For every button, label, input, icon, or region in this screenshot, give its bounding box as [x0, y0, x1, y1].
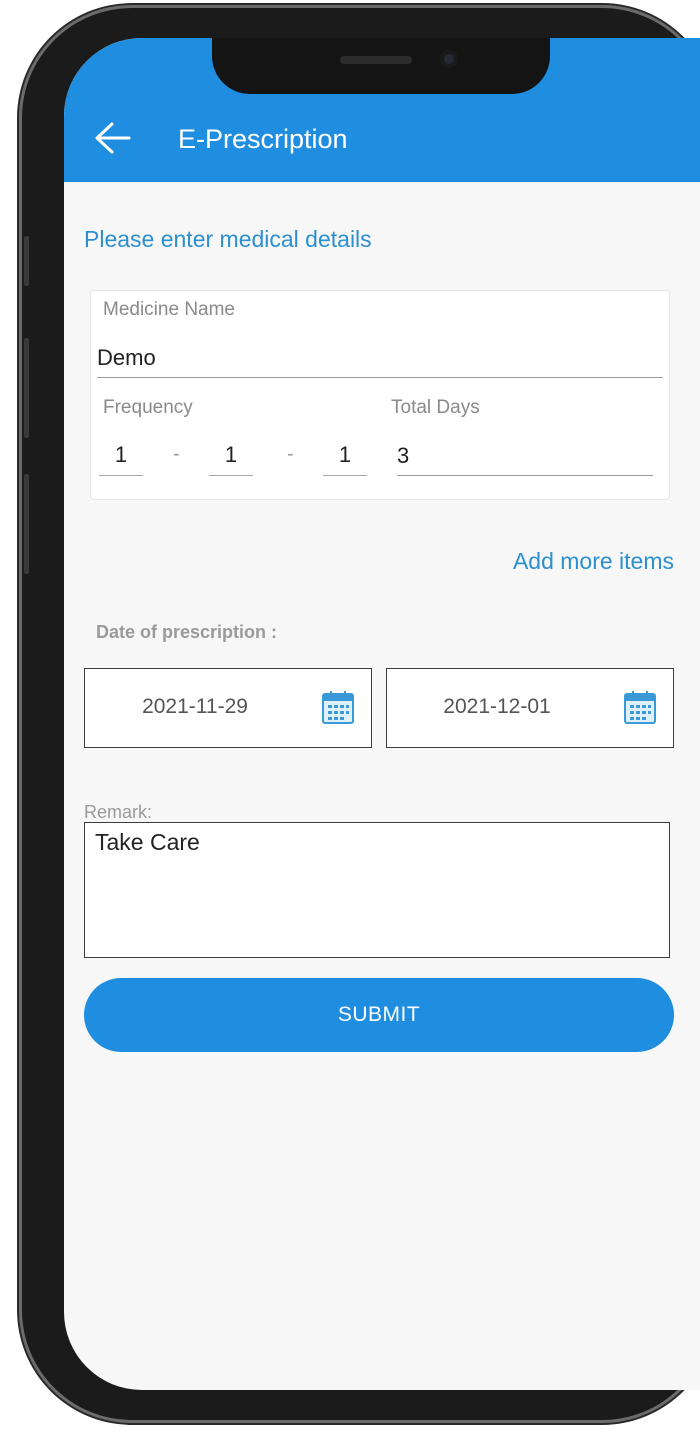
total-days-input[interactable]: 3 [397, 443, 409, 469]
frequency-separator: - [173, 443, 180, 465]
frequency-night-input[interactable]: 1 [323, 437, 367, 476]
remark-textarea[interactable]: Take Care [84, 822, 670, 958]
remark-label: Remark: [84, 802, 153, 822]
volume-up-button [24, 338, 29, 438]
arrow-left-icon[interactable] [92, 120, 132, 156]
total-days-label: Total Days [391, 397, 480, 418]
total-days-underline [397, 475, 653, 476]
phone-mockup: E-Prescription Please enter medical deta… [0, 0, 700, 1429]
calendar-icon[interactable] [623, 689, 657, 725]
calendar-icon[interactable] [321, 689, 355, 725]
app-screen: E-Prescription Please enter medical deta… [64, 38, 700, 1390]
medicine-name-input[interactable]: Demo [97, 345, 156, 371]
speaker-grille [340, 56, 412, 64]
add-more-items-link[interactable]: Add more items [474, 548, 674, 575]
app-bar: E-Prescription [64, 38, 700, 182]
front-camera [440, 50, 458, 68]
silent-switch [24, 236, 29, 286]
end-date-value: 2021-12-01 [443, 695, 551, 718]
volume-down-button [24, 474, 29, 574]
start-date-picker[interactable]: 2021-11-29 [84, 668, 372, 748]
end-date-picker[interactable]: 2021-12-01 [386, 668, 674, 748]
page-title: E-Prescription [178, 124, 348, 154]
medicine-card: Medicine Name Demo Frequency Total Days … [90, 290, 670, 500]
form-hint: Please enter medical details [84, 226, 372, 252]
date-of-prescription-label: Date of prescription : [96, 622, 278, 642]
phone-notch [212, 38, 550, 94]
submit-button[interactable]: SUBMIT [84, 978, 674, 1052]
medicine-name-label: Medicine Name [103, 299, 235, 320]
frequency-afternoon-input[interactable]: 1 [209, 437, 253, 476]
frequency-label: Frequency [103, 397, 193, 418]
medicine-name-underline [97, 377, 663, 378]
start-date-value: 2021-11-29 [142, 695, 248, 718]
frequency-morning-input[interactable]: 1 [99, 437, 143, 476]
frequency-separator: - [287, 443, 294, 465]
